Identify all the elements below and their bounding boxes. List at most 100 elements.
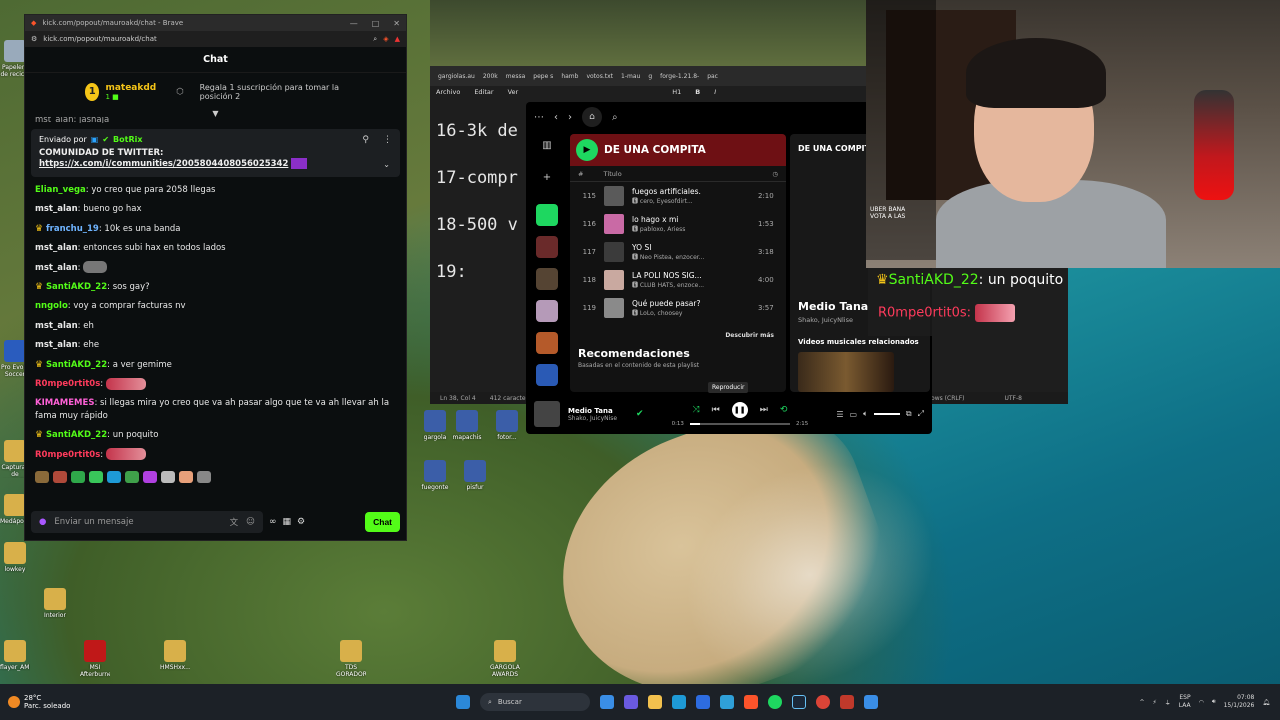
- library-item[interactable]: [536, 364, 558, 386]
- player-song[interactable]: Medio Tana: [568, 407, 628, 415]
- zoom-icon[interactable]: ⌕: [373, 35, 377, 44]
- chat-username[interactable]: R0mpe0rtit0s: [35, 450, 100, 460]
- notepad-tab[interactable]: forge-1.21.8-: [660, 73, 699, 80]
- desktop-icon[interactable]: fuegonte: [420, 460, 450, 491]
- volume-slider[interactable]: [873, 413, 900, 415]
- site-info-icon[interactable]: ⚙: [31, 35, 37, 43]
- queue-icon[interactable]: ☰: [836, 410, 843, 419]
- library-item[interactable]: [536, 300, 558, 322]
- chat-username[interactable]: Elian_vega: [35, 185, 86, 195]
- menu-ver[interactable]: Ver: [508, 88, 519, 96]
- notification-icon[interactable]: 🔔︎: [1262, 699, 1270, 706]
- copilot-icon[interactable]: [624, 695, 638, 709]
- library-item[interactable]: [536, 332, 558, 354]
- back-icon[interactable]: ‹: [554, 112, 558, 123]
- notepad-tab[interactable]: messa: [506, 73, 525, 80]
- devices-icon[interactable]: ▭: [850, 410, 858, 419]
- track-title[interactable]: LA POLI NOS SIG...: [632, 271, 750, 280]
- menu-editar[interactable]: Editar: [474, 88, 493, 96]
- menu-archivo[interactable]: Archivo: [436, 88, 460, 96]
- microphone-icon[interactable]: ●: [39, 517, 46, 527]
- desktop-icon[interactable]: fotor...: [492, 410, 522, 441]
- desktop-icon[interactable]: Interior: [40, 588, 70, 619]
- emote-8[interactable]: [161, 471, 175, 484]
- store-icon[interactable]: ▦: [283, 517, 292, 527]
- desktop-icon[interactable]: GARGOLAS AWARDS: [490, 640, 520, 678]
- track-row[interactable]: 115 fuegos artificiales. 🅴︎ cero, Eyesofdi…: [570, 182, 786, 210]
- notepad-tab[interactable]: votos.txt: [586, 73, 613, 80]
- miniplayer-icon[interactable]: ⧉: [906, 409, 912, 419]
- track-artist[interactable]: 🅴︎ cero, Eyesofdirt...: [632, 196, 750, 205]
- start-button[interactable]: [456, 695, 470, 709]
- task-view-icon[interactable]: [600, 695, 614, 709]
- now-playing-artist[interactable]: Shako, JuicyNlise: [798, 316, 853, 324]
- chat-username[interactable]: mst_alan: [35, 340, 78, 350]
- volume-icon[interactable]: 🔊︎: [1212, 698, 1216, 706]
- chat-username[interactable]: SantiAKD_22: [46, 430, 107, 440]
- progress-bar[interactable]: [689, 422, 790, 425]
- track-artist[interactable]: 🅴︎ LoLo, choosey: [632, 308, 750, 317]
- pause-button[interactable]: ❚❚: [731, 401, 748, 418]
- channel-points-icon[interactable]: ∞: [269, 517, 277, 527]
- app-icon[interactable]: [840, 695, 854, 709]
- notepad-icon[interactable]: [864, 695, 878, 709]
- library-item[interactable]: [536, 236, 558, 258]
- track-row[interactable]: 116 lo hago x mi 🅴︎ pabloxo, Ariess 1:53: [570, 210, 786, 238]
- notepad-tab[interactable]: pepe s: [533, 73, 553, 80]
- track-artist[interactable]: 🅴︎ CLUB HATS, enzoce...: [632, 280, 750, 289]
- photos-icon[interactable]: [720, 695, 734, 709]
- previous-icon[interactable]: ⏮︎: [712, 405, 720, 415]
- store-icon[interactable]: [696, 695, 710, 709]
- pinned-bot-name[interactable]: BotRix: [113, 135, 142, 144]
- repeat-icon[interactable]: ⟲: [780, 405, 788, 415]
- video-thumbnail[interactable]: [798, 352, 894, 392]
- chat-username[interactable]: nngolo: [35, 301, 68, 311]
- sub-leaderboard[interactable]: 1 mateakdd 1 ■ ⬡ Regala 1 suscripción pa…: [25, 73, 406, 111]
- emote-10[interactable]: [197, 471, 211, 484]
- discover-more-link[interactable]: Descubrir más: [570, 322, 786, 347]
- library-item[interactable]: [536, 204, 558, 226]
- home-icon[interactable]: ⌂: [582, 107, 602, 127]
- gift-sub-cta[interactable]: Regala 1 suscripción para tomar la posic…: [200, 83, 346, 101]
- col-title[interactable]: Título: [603, 170, 621, 178]
- play-playlist-button[interactable]: ▶: [576, 139, 598, 161]
- tray-chevron-icon[interactable]: ^: [1139, 699, 1144, 706]
- heading-dropdown[interactable]: H1: [672, 88, 681, 96]
- emote-4[interactable]: [89, 471, 103, 484]
- translate-icon[interactable]: 文: [230, 516, 239, 528]
- emote-7[interactable]: [143, 471, 157, 484]
- now-playing-song[interactable]: Medio Tana: [798, 300, 868, 313]
- network-icon[interactable]: ⚡: [1152, 699, 1156, 706]
- desktop-icon[interactable]: TDS GORADOR: [336, 640, 366, 678]
- track-row[interactable]: 118 LA POLI NOS SIG... 🅴︎ CLUB HATS, enzoc…: [570, 266, 786, 294]
- desktop-icon[interactable]: HMSHxx...: [160, 640, 190, 671]
- emote-3[interactable]: [71, 471, 85, 484]
- emote-9[interactable]: [179, 471, 193, 484]
- wifi-icon[interactable]: ◠: [1199, 699, 1204, 706]
- shuffle-icon[interactable]: ⤨: [692, 405, 699, 415]
- steam-icon[interactable]: [792, 695, 806, 709]
- chat-username[interactable]: mst_alan: [35, 263, 78, 273]
- emote-5[interactable]: [107, 471, 121, 484]
- desktop-icon[interactable]: mapachis: [452, 410, 482, 441]
- player-artist[interactable]: Shako, JuicyNise: [568, 415, 628, 422]
- pinned-link[interactable]: https://x.com/i/communities/200580440805…: [39, 159, 288, 169]
- chevron-down-icon[interactable]: ⌄: [383, 160, 390, 169]
- chat-username[interactable]: mst_alan: [35, 243, 78, 253]
- chat-input[interactable]: ● Enviar un mensaje 文 ☺: [31, 511, 263, 533]
- chat-username[interactable]: franchu_19: [46, 224, 99, 234]
- chat-username[interactable]: SantiAKD_22: [46, 282, 107, 292]
- library-icon[interactable]: ▥: [536, 140, 558, 162]
- notepad-tab[interactable]: 200k: [483, 73, 498, 80]
- notepad-tab[interactable]: hamb: [561, 73, 578, 80]
- send-chat-button[interactable]: Chat: [365, 512, 400, 532]
- browser-tab-title[interactable]: kick.com/popout/mauroakd/chat - Brave: [42, 19, 335, 27]
- usb-icon[interactable]: ⏚: [1165, 698, 1171, 707]
- brave-rewards-icon[interactable]: ▲: [395, 35, 400, 43]
- italic-icon[interactable]: I: [714, 88, 716, 96]
- track-artist[interactable]: 🅴︎ Neo Pistea, enzocer...: [632, 252, 750, 261]
- desktop-icon[interactable]: MSI Afterburner: [80, 640, 110, 678]
- maximize-button[interactable]: □: [372, 19, 380, 28]
- desktop-icon[interactable]: flayer_AME: [0, 640, 30, 671]
- chat-username[interactable]: R0mpe0rtit0s: [35, 379, 100, 389]
